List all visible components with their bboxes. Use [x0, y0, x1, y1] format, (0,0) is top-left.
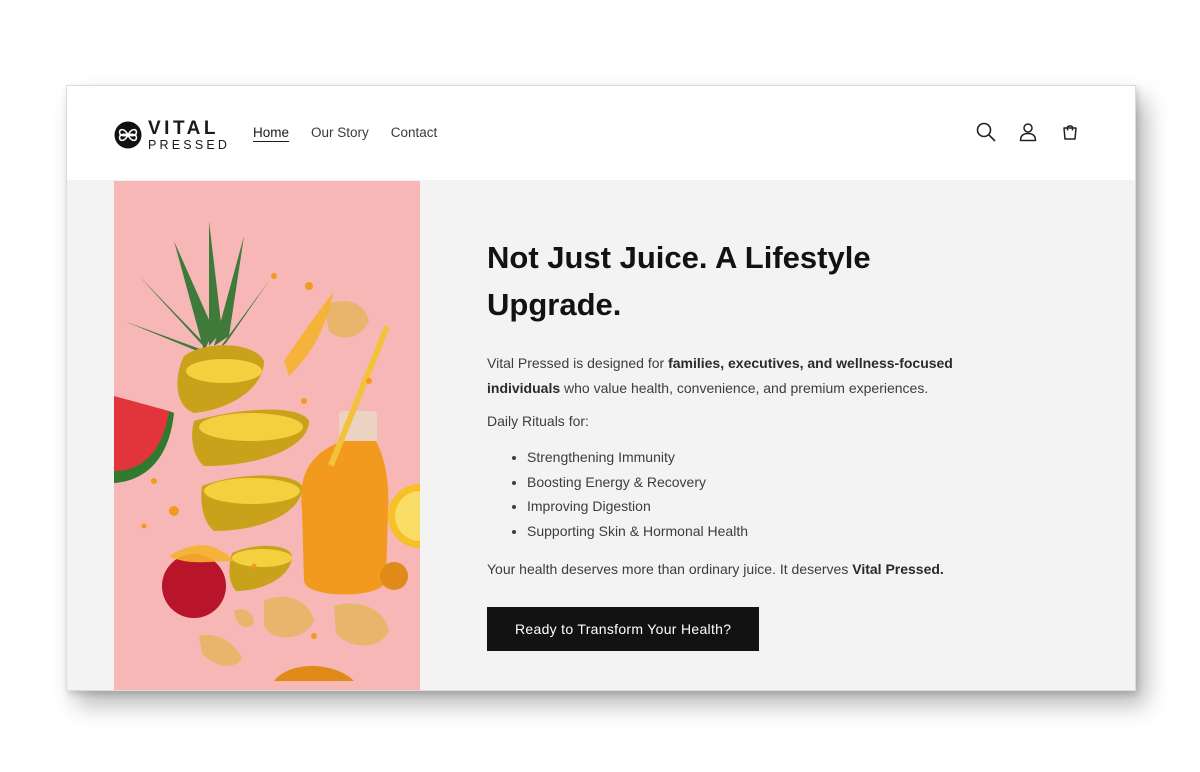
hero-closing: Your health deserves more than ordinary … [487, 557, 1047, 582]
list-item: Supporting Skin & Hormonal Health [527, 519, 1047, 544]
account-icon[interactable] [1017, 121, 1039, 143]
closing-bold-text: Vital Pressed. [852, 561, 944, 577]
hero-intro: Vital Pressed is designed for families, … [487, 351, 1007, 401]
closing-text: Your health deserves more than ordinary … [487, 561, 853, 577]
brand-name-line2: PRESSED [148, 137, 231, 152]
search-icon[interactable] [975, 121, 997, 143]
site-header: VITAL PRESSED Home Our Story Contact [67, 86, 1135, 180]
transform-health-button[interactable]: Ready to Transform Your Health? [487, 607, 760, 651]
main-nav: Home Our Story Contact [253, 125, 437, 140]
brand-wordmark: VITAL PRESSED [148, 119, 230, 152]
rituals-list: Strengthening Immunity Boosting Energy &… [487, 445, 1047, 543]
logo-mark-icon [114, 121, 142, 149]
nav-home-link[interactable]: Home [253, 125, 289, 140]
list-item: Boosting Energy & Recovery [527, 470, 1047, 495]
header-icons [975, 121, 1081, 143]
hero-headline: Not Just Juice. A Lifestyle Upgrade. [487, 240, 871, 322]
intro-text-1: Vital Pressed is designed for [487, 355, 669, 371]
cart-icon[interactable] [1059, 121, 1081, 143]
brand-name-line1: VITAL [148, 117, 219, 139]
rituals-label: Daily Rituals for: [487, 413, 589, 429]
nav-our-story-link[interactable]: Our Story [311, 125, 369, 140]
nav-contact-link[interactable]: Contact [391, 125, 438, 140]
hero-content: Not Just Juice. A Lifestyle Upgrade. Vit… [487, 234, 1047, 651]
browser-window: VITAL PRESSED Home Our Story Contact Not… [66, 85, 1136, 691]
brand-logo[interactable]: VITAL PRESSED [114, 119, 230, 151]
intro-text-2: who value health, convenience, and premi… [560, 380, 929, 396]
list-item: Strengthening Immunity [527, 445, 1047, 470]
hero-juice-image [114, 181, 420, 690]
list-item: Improving Digestion [527, 494, 1047, 519]
